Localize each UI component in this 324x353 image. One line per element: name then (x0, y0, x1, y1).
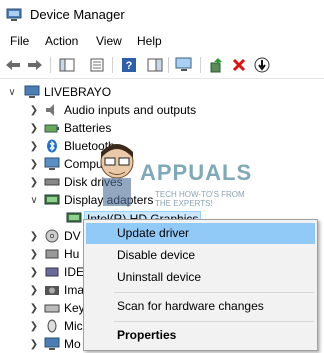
bluetooth-icon (47, 139, 57, 153)
tree-item-bluetooth[interactable]: ❯ Bluetooth (0, 137, 324, 155)
computer-icon (24, 85, 40, 98)
menu-item-label: Scan for hardware changes (117, 299, 264, 313)
watermark-brand: APPUALS (140, 160, 253, 185)
tree-item-label: Mo (64, 337, 81, 351)
speaker-icon (46, 104, 54, 116)
chevron-down-icon[interactable]: ∨ (28, 193, 40, 207)
tree-item-label: IDE (64, 265, 85, 279)
action-pane-icon[interactable] (146, 56, 164, 74)
toolbar-divider (112, 57, 113, 73)
uninstall-icon[interactable] (230, 56, 248, 74)
chevron-down-icon[interactable]: ∨ (6, 85, 18, 99)
properties-menu-item[interactable]: Properties (86, 325, 315, 346)
chevron-right-icon[interactable]: ❯ (28, 283, 40, 297)
tree-item-audio[interactable]: ❯ Audio inputs and outputs (0, 101, 324, 119)
tree-item-label: Audio inputs and outputs (64, 103, 197, 117)
context-menu: Update driver Disable device Uninstall d… (83, 219, 318, 351)
chevron-right-icon[interactable]: ❯ (28, 121, 40, 135)
mascot-logo-icon (100, 144, 134, 206)
menu-action[interactable]: Action (45, 34, 78, 48)
device-manager-icon (6, 8, 22, 21)
menu-view[interactable]: View (96, 34, 122, 48)
disk-drive-icon (44, 178, 60, 186)
mouse-icon (47, 319, 57, 333)
menu-help[interactable]: Help (137, 34, 162, 48)
tree-item-label: Mic (64, 319, 83, 333)
update-driver-icon[interactable] (207, 56, 225, 74)
scan-hardware-menu-item[interactable]: Scan for hardware changes (86, 296, 315, 317)
menu-separator (114, 292, 314, 293)
computer-icon (44, 157, 60, 170)
chevron-right-icon[interactable]: ❯ (28, 265, 40, 279)
toolbar-divider (168, 57, 169, 73)
forward-icon[interactable] (26, 56, 44, 74)
toolbar-divider (50, 57, 51, 73)
keyboard-icon (44, 304, 60, 313)
toolbar-divider (200, 57, 201, 73)
tree-item-label: Batteries (64, 121, 112, 135)
display-adapter-icon (66, 212, 82, 223)
menu-item-label: Properties (117, 328, 177, 342)
menu-bar: File Action View Help (0, 30, 324, 52)
chevron-right-icon[interactable]: ❯ (28, 301, 40, 315)
chevron-right-icon[interactable]: ❯ (28, 175, 40, 189)
menu-separator (114, 321, 314, 322)
enable-device-icon[interactable] (253, 56, 271, 74)
svg-text:?: ? (126, 60, 133, 72)
ide-icon (45, 267, 59, 277)
window-title: Device Manager (30, 7, 125, 22)
tree-root-label: LIVEBRAYO (44, 85, 112, 99)
watermark-tagline: TECH HOW-TO'S FROM THE EXPERTS! (155, 190, 245, 208)
uninstall-device-menu-item[interactable]: Uninstall device (86, 267, 315, 288)
tree-root[interactable]: ∨ LIVEBRAYO (0, 83, 324, 101)
tree-item-label: Hu (64, 247, 80, 261)
toolbar: ? (0, 52, 324, 79)
menu-file[interactable]: File (10, 34, 29, 48)
show-hide-console-tree-icon[interactable] (58, 56, 76, 74)
tree-item-batteries[interactable]: ❯ Batteries (0, 119, 324, 137)
tree-item-label: DV (64, 229, 81, 243)
disable-device-menu-item[interactable]: Disable device (86, 245, 315, 266)
title-bar: Device Manager (0, 0, 324, 30)
hid-icon (45, 249, 59, 259)
tree-item-label: Ima (64, 283, 85, 297)
menu-item-label: Disable device (117, 248, 196, 262)
chevron-right-icon[interactable]: ❯ (28, 139, 40, 153)
properties-icon[interactable] (88, 56, 106, 74)
menu-item-label: Update driver (117, 226, 190, 240)
watermark-tagline-line2: THE EXPERTS! (155, 199, 213, 208)
back-icon[interactable] (4, 56, 22, 74)
watermark: APPUALS TECH HOW-TO'S FROM THE EXPERTS! (95, 144, 324, 220)
watermark-tagline-line1: TECH HOW-TO'S FROM (155, 190, 245, 199)
monitor-icon (44, 337, 60, 350)
chevron-right-icon[interactable]: ❯ (28, 337, 40, 351)
help-icon[interactable]: ? (120, 56, 138, 74)
dvd-icon (45, 229, 59, 243)
chevron-right-icon[interactable]: ❯ (28, 229, 40, 243)
update-driver-menu-item[interactable]: Update driver (86, 223, 315, 244)
camera-icon (45, 286, 59, 295)
chevron-right-icon[interactable]: ❯ (28, 247, 40, 261)
display-adapter-icon (44, 194, 60, 205)
chevron-right-icon[interactable]: ❯ (28, 157, 40, 171)
tree-item-label: Key (64, 301, 85, 315)
scan-hardware-icon[interactable] (175, 56, 193, 74)
chevron-right-icon[interactable]: ❯ (28, 319, 40, 333)
battery-icon (44, 124, 59, 133)
chevron-right-icon[interactable]: ❯ (28, 103, 40, 117)
menu-item-label: Uninstall device (117, 270, 202, 284)
